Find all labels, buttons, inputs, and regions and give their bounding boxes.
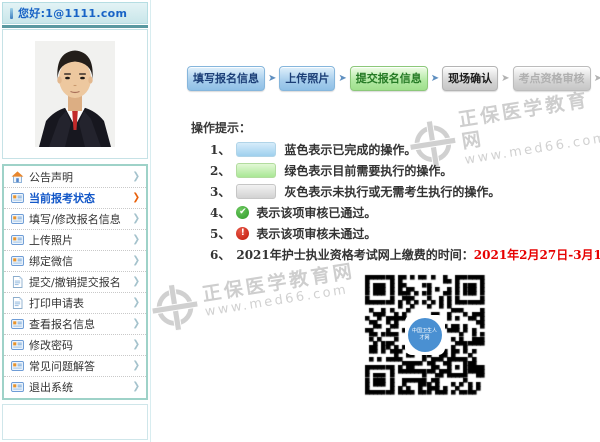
sidebar-item-fill-modify-info[interactable]: 填写/修改报名信息 ❯ — [4, 209, 146, 230]
qr-code: 中国卫生人才网 — [361, 271, 488, 398]
form-icon — [11, 234, 24, 246]
chevron-right-icon: ❯ — [132, 361, 140, 372]
form-icon — [11, 192, 24, 204]
step-submit-info: 提交报名信息 — [350, 66, 428, 91]
user-greeting: 您好:1@1111.com — [18, 5, 127, 21]
chevron-right-icon: ❯ — [132, 256, 140, 267]
chevron-right-icon: ❯ — [132, 382, 140, 393]
step-arrow-icon: ➤ — [338, 74, 346, 84]
tip-item: 6、 2021年护士执业资格考试网上缴费的时间：2021年2月27日-3月12日 — [210, 247, 600, 261]
tip-date-highlight: 2021年2月27日-3月12日 — [474, 246, 600, 263]
step-arrow-icon: ➤ — [268, 74, 276, 84]
tip-number: 3、 — [210, 183, 230, 200]
sidebar-item-label: 查看报名信息 — [29, 316, 95, 332]
chevron-right-icon: ❯ — [132, 235, 140, 246]
id-photo — [35, 41, 115, 147]
tip-text: 灰色表示未执行或无需考生执行的操作。 — [284, 183, 500, 200]
tip-number: 2、 — [210, 162, 230, 179]
user-greeting-bar: 您好:1@1111.com — [2, 2, 148, 24]
tip-number: 4、 — [210, 204, 230, 221]
sidebar-item-label: 常见问题解答 — [29, 358, 95, 374]
tips-title: 操作提示： — [191, 119, 251, 136]
tip-number: 5、 — [210, 225, 230, 242]
main-content: 正保医学教育网 www.med66.com 正保医学教育网 www.med66.… — [150, 0, 600, 442]
header-divider — [2, 25, 148, 28]
tip-number: 6、 — [210, 246, 230, 263]
user-icon — [10, 8, 13, 19]
doc-icon — [11, 276, 24, 288]
doc-icon — [11, 297, 24, 309]
check-circle-icon: ✔ — [236, 206, 249, 219]
sidebar-item-announcement[interactable]: 公告声明 ❯ — [4, 167, 146, 188]
chevron-right-icon: ❯ — [132, 193, 140, 204]
sidebar-item-label: 当前报考状态 — [29, 190, 95, 206]
tip-item: 5、! 表示该项审核未通过。 — [210, 226, 600, 240]
tips-list: 1、 蓝色表示已完成的操作。 2、 绿色表示目前需要执行的操作。 3、 灰色表示未执行或无… — [210, 142, 600, 268]
sidebar-item-print-application[interactable]: 打印申请表 ❯ — [4, 293, 146, 314]
alert-circle-icon: ! — [236, 227, 249, 240]
chevron-right-icon: ❯ — [132, 214, 140, 225]
form-icon — [11, 255, 24, 267]
form-icon — [11, 360, 24, 372]
chevron-right-icon: ❯ — [132, 340, 140, 351]
sidebar-item-current-exam-status[interactable]: 当前报考状态 ❯ — [4, 188, 146, 209]
sidebar-item-label: 打印申请表 — [29, 295, 84, 311]
blue-step-swatch — [236, 142, 276, 157]
form-icon — [11, 318, 24, 330]
sidebar-item-bind-wechat[interactable]: 绑定微信 ❯ — [4, 251, 146, 272]
sidebar-item-label: 提交/撤销提交报名 — [29, 274, 121, 290]
tip-text: 表示该项审核已通过。 — [256, 204, 376, 221]
step-upload-photo: 上传照片 — [279, 66, 335, 91]
gray-step-swatch — [236, 184, 276, 199]
tip-text: 绿色表示目前需要执行的操作。 — [284, 162, 452, 179]
tip-text: 表示该项审核未通过。 — [256, 225, 376, 242]
form-icon — [11, 339, 24, 351]
form-icon — [11, 213, 24, 225]
tip-text: 2021年护士执业资格考试网上缴费的时间： — [236, 246, 473, 263]
qr-logo-label: 中国卫生人才网 — [412, 328, 438, 341]
sidebar-item-label: 退出系统 — [29, 379, 73, 395]
chevron-right-icon: ❯ — [132, 172, 140, 183]
step-fill-info: 填写报名信息 — [187, 66, 265, 91]
med66-logo-icon — [149, 281, 202, 334]
progress-steps: 填写报名信息➤上传照片➤提交报名信息➤现场确认➤考点资格审核➤考区资格审核 — [187, 66, 600, 91]
photo-box — [2, 29, 148, 159]
home-icon — [11, 171, 24, 183]
sidebar-item-logout[interactable]: 退出系统 ❯ — [4, 377, 146, 397]
step-onsite-confirm: 现场确认 — [442, 66, 498, 91]
left-column: 您好:1@1111.com — [2, 2, 148, 440]
green-step-swatch — [236, 163, 276, 178]
step-arrow-icon: ➤ — [594, 74, 600, 84]
sidebar-item-submit-cancel-registration[interactable]: 提交/撤销提交报名 ❯ — [4, 272, 146, 293]
sidebar-item-label: 上传照片 — [29, 232, 73, 248]
chevron-right-icon: ❯ — [132, 298, 140, 309]
sidebar-item-label: 修改密码 — [29, 337, 73, 353]
left-empty-panel — [2, 404, 148, 440]
step-arrow-icon: ➤ — [501, 74, 509, 84]
sidebar-item-label: 绑定微信 — [29, 253, 73, 269]
qr-center-logo: 中国卫生人才网 — [405, 315, 445, 355]
tip-number: 1、 — [210, 141, 230, 158]
sidebar-item-label: 公告声明 — [29, 169, 73, 185]
sidebar-item-view-registration-info[interactable]: 查看报名信息 ❯ — [4, 314, 146, 335]
chevron-right-icon: ❯ — [132, 277, 140, 288]
form-icon — [11, 381, 24, 393]
qr-logo-circle: 中国卫生人才网 — [408, 318, 442, 352]
tip-item: 1、 蓝色表示已完成的操作。 — [210, 142, 600, 156]
sidebar-item-faq[interactable]: 常见问题解答 ❯ — [4, 356, 146, 377]
watermark-url: www.med66.com — [204, 282, 358, 321]
chevron-right-icon: ❯ — [132, 319, 140, 330]
tip-item: 4、 ✔ 表示该项审核已通过。 — [210, 205, 600, 219]
tip-item: 2、 绿色表示目前需要执行的操作。 — [210, 163, 600, 177]
sidebar-menu: 公告声明❯当前报考状态❯填写/修改报名信息❯上传照片❯绑定微信❯提交/撤销提交报… — [2, 164, 148, 400]
tip-item: 3、 灰色表示未执行或无需考生执行的操作。 — [210, 184, 600, 198]
sidebar-item-upload-photo[interactable]: 上传照片 ❯ — [4, 230, 146, 251]
watermark-text: 正保医学教育网 www.med66.com — [201, 261, 359, 321]
tip-text: 蓝色表示已完成的操作。 — [284, 141, 416, 158]
step-site-review: 考点资格审核 — [513, 66, 591, 91]
step-arrow-icon: ➤ — [431, 74, 439, 84]
sidebar-item-change-password[interactable]: 修改密码 ❯ — [4, 335, 146, 356]
page: 您好:1@1111.com — [0, 0, 600, 442]
sidebar-item-label: 填写/修改报名信息 — [29, 211, 121, 227]
